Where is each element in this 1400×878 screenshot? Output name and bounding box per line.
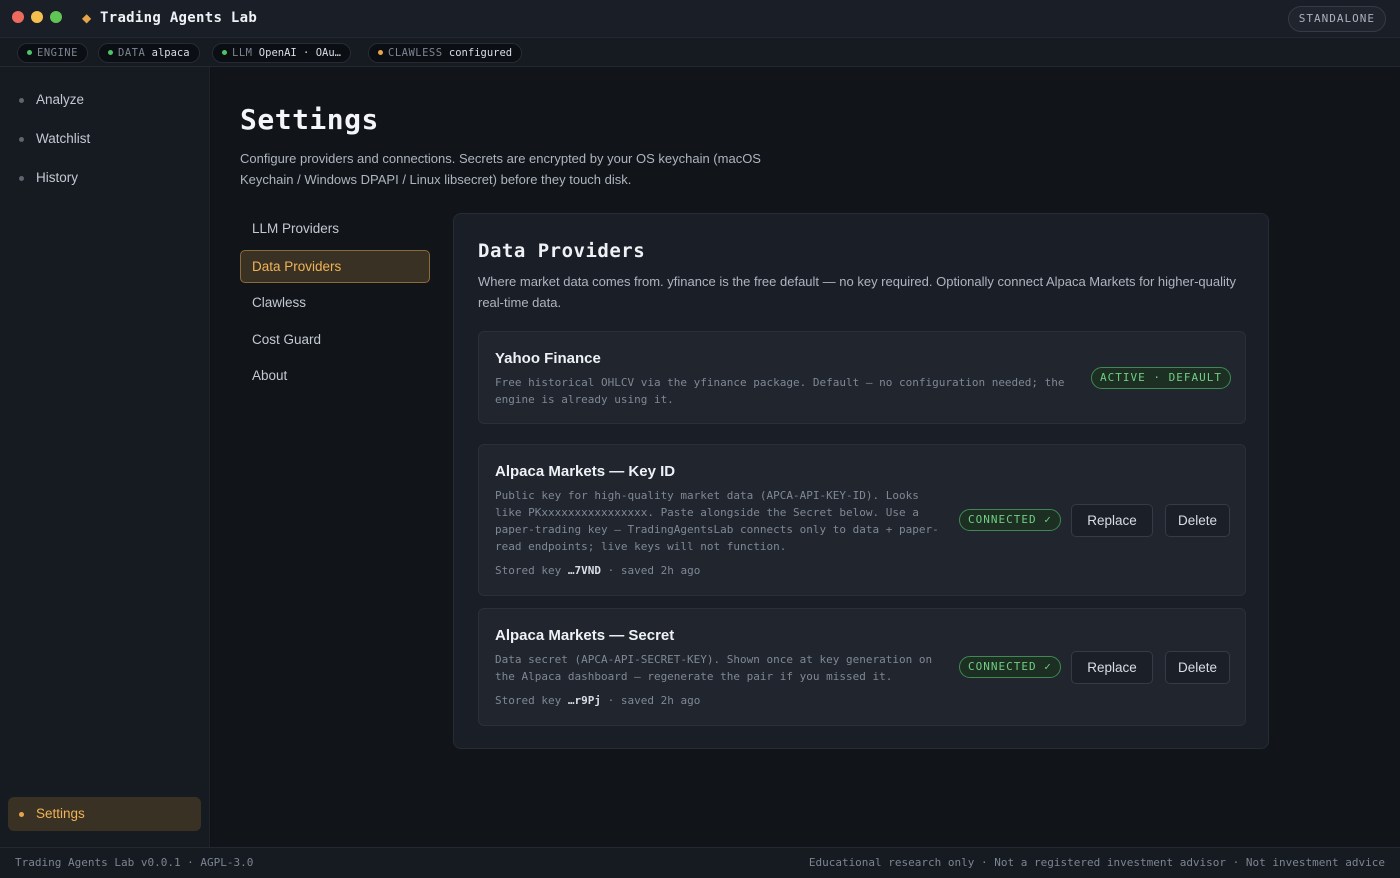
subnav-data-providers[interactable]: Data Providers — [240, 250, 430, 283]
status-badge: ACTIVE · DEFAULT — [1091, 367, 1231, 389]
status-pill-llm: LLM OpenAI · OAu… — [212, 43, 351, 63]
sidebar-item-label: History — [36, 170, 79, 185]
title-bar: ◆ Trading Agents Lab STANDALONE — [0, 0, 1400, 38]
replace-button[interactable]: Replace — [1071, 504, 1153, 537]
status-dot-icon — [108, 50, 113, 55]
bullet-icon — [19, 98, 24, 103]
subnav-cost-guard[interactable]: Cost Guard — [240, 324, 430, 357]
status-value: configured — [448, 47, 513, 59]
main-content: Settings Configure providers and connect… — [211, 67, 1400, 847]
sidebar-item-label: Watchlist — [36, 131, 91, 146]
saved-time: · saved 2h ago — [607, 564, 701, 577]
data-providers-panel: Data Providers Where market data comes f… — [453, 213, 1269, 749]
sidebar-item-label: Analyze — [36, 92, 85, 107]
bullet-icon — [19, 176, 24, 181]
card-title: Alpaca Markets — Key ID — [495, 463, 676, 480]
subnav-llm-providers[interactable]: LLM Providers — [240, 213, 430, 246]
card-title: Alpaca Markets — Secret — [495, 627, 675, 644]
panel-description: Where market data comes from. yfinance i… — [478, 274, 1236, 310]
sidebar-item-analyze[interactable]: Analyze — [8, 83, 201, 117]
delete-button[interactable]: Delete — [1165, 651, 1230, 684]
status-badge: CONNECTED ✓ — [959, 656, 1061, 678]
sidebar-item-history[interactable]: History — [8, 161, 201, 195]
saved-time: · saved 2h ago — [607, 694, 701, 707]
sidebar-item-label: Settings — [36, 806, 85, 821]
status-value: alpaca — [151, 47, 190, 59]
status-dot-icon — [27, 50, 32, 55]
app-logo-icon: ◆ — [82, 11, 92, 25]
status-value: OpenAI · OAu… — [258, 47, 341, 59]
stored-key-value: …7VND — [567, 564, 601, 577]
provider-card-yahoo: Yahoo Finance Free historical OHLCV via … — [478, 331, 1246, 424]
status-pill-engine: ENGINE — [17, 43, 88, 63]
bullet-icon — [19, 137, 24, 142]
status-pill-clawless: CLAWLESS configured — [368, 43, 523, 63]
mode-badge: STANDALONE — [1287, 6, 1386, 32]
subnav-about[interactable]: About — [240, 360, 430, 393]
bullet-icon — [19, 812, 24, 817]
close-window-button[interactable] — [12, 11, 24, 23]
status-dot-icon — [378, 50, 383, 55]
card-description: Public key for high-quality market data … — [495, 489, 939, 553]
card-description: Free historical OHLCV via the yfinance p… — [495, 376, 1065, 406]
status-dot-icon — [222, 50, 227, 55]
sidebar: Analyze Watchlist History Settings — [0, 67, 210, 847]
footer: Trading Agents Lab v0.0.1 · AGPL-3.0 Edu… — [0, 847, 1400, 878]
provider-card-alpaca-secret: Alpaca Markets — Secret Data secret (APC… — [478, 608, 1246, 726]
maximize-window-button[interactable] — [50, 11, 62, 23]
stored-key-meta: Stored key …7VND · saved 2h ago — [495, 564, 700, 577]
sidebar-item-watchlist[interactable]: Watchlist — [8, 122, 201, 156]
status-strip: ENGINE DATA alpaca LLM OpenAI · OAu… CLA… — [0, 38, 1400, 67]
stored-key-meta: Stored key …r9Pj · saved 2h ago — [495, 694, 700, 707]
provider-card-alpaca-key-id: Alpaca Markets — Key ID Public key for h… — [478, 444, 1246, 596]
subnav-clawless[interactable]: Clawless — [240, 287, 430, 320]
panel-title: Data Providers — [478, 240, 646, 262]
delete-button[interactable]: Delete — [1165, 504, 1230, 537]
page-title: Settings — [240, 103, 379, 136]
sidebar-item-settings[interactable]: Settings — [8, 797, 201, 831]
stored-key-value: …r9Pj — [567, 694, 601, 707]
minimize-window-button[interactable] — [31, 11, 43, 23]
app-title: Trading Agents Lab — [100, 10, 258, 26]
card-title: Yahoo Finance — [495, 350, 601, 367]
status-badge: CONNECTED ✓ — [959, 509, 1061, 531]
footer-version: Trading Agents Lab v0.0.1 · AGPL-3.0 — [15, 856, 254, 869]
stored-key-label: Stored key — [495, 564, 562, 577]
replace-button[interactable]: Replace — [1071, 651, 1153, 684]
status-pill-data: DATA alpaca — [98, 43, 200, 63]
status-key: CLAWLESS — [388, 47, 443, 59]
card-description: Data secret (APCA-API-SECRET-KEY). Shown… — [495, 653, 933, 683]
status-key: LLM — [232, 47, 253, 59]
stored-key-label: Stored key — [495, 694, 562, 707]
status-key: DATA — [118, 47, 146, 59]
footer-disclaimer: Educational research only · Not a regist… — [808, 856, 1385, 869]
page-description: Configure providers and connections. Sec… — [240, 151, 761, 187]
status-key: ENGINE — [37, 47, 78, 59]
